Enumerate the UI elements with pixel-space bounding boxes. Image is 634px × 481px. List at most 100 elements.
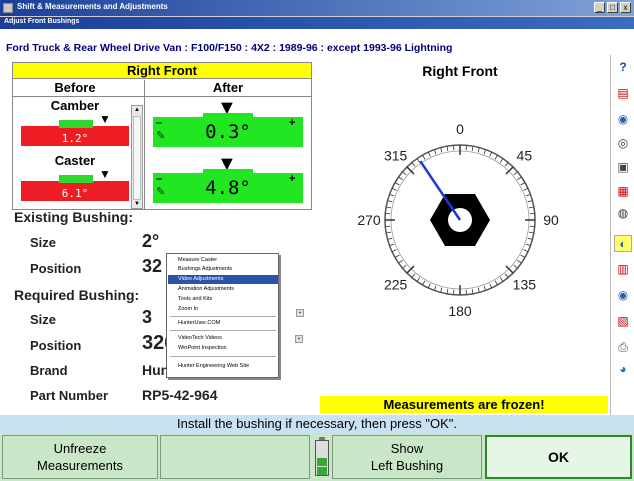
dial-tick (528, 231, 534, 234)
caster-after-bar: – + ✎ 4.8° (153, 169, 303, 203)
dial-tick (427, 151, 431, 157)
menu-item-video-adjustments[interactable]: Video Adjustments (168, 275, 278, 284)
sensor-icon[interactable]: ◉ (614, 287, 632, 304)
minimize-button[interactable]: _ (594, 2, 605, 13)
show-label-line2: Left Bushing (370, 458, 444, 473)
dial-tick (411, 162, 416, 167)
unfreeze-label-line1: Unfreeze (53, 441, 107, 456)
dial-tick (483, 149, 487, 155)
dial-tick (433, 149, 437, 155)
sensor-icon[interactable]: ▣ (614, 159, 632, 176)
dial-tick (489, 283, 493, 289)
target-zone (203, 169, 253, 173)
help-icon[interactable]: ? (614, 59, 632, 76)
header-divider (13, 96, 311, 97)
dial-tick (406, 265, 415, 274)
right-toolbar: ? ▤ ◉ ◎ ▣ ▦ ◍ ◐ ▥ ◉ ▧ ⎙ ◕ (610, 55, 634, 415)
show-left-bushing-button[interactable]: Show Left Bushing (332, 435, 482, 479)
dial-tick (422, 154, 426, 160)
screen-subtitle: Adjust Front Bushings (4, 18, 80, 25)
dial-tick (523, 187, 529, 191)
dial-tick (527, 200, 533, 203)
caster-after-cell: ▼ – + ✎ 4.8° (153, 153, 303, 207)
dial-tick (422, 280, 426, 286)
dial-tick (505, 265, 514, 274)
scroll-down-icon[interactable]: ▼ (133, 200, 141, 208)
dial-tick (494, 154, 498, 160)
menu-item-measure-caster[interactable]: Measure Caster (168, 256, 278, 265)
caster-after-value: 4.8° (205, 177, 251, 199)
unfreeze-label-line2: Measurements (37, 458, 123, 473)
scroll-thumb[interactable] (133, 116, 141, 200)
dial-label: 225 (384, 276, 408, 292)
down-arrow-icon: ▼ (99, 112, 111, 126)
instruction-text: Install the bushing if necessary, then p… (0, 415, 634, 433)
dial-tick (394, 182, 400, 186)
dial-tick (394, 254, 400, 258)
dial-tick (406, 166, 415, 175)
vehicle-spec-icon[interactable]: ▤ (614, 85, 632, 102)
menu-item-winpoint-inspection[interactable]: WinPoint Inspection (168, 344, 278, 353)
caster-before-value: 6.1° (61, 187, 89, 200)
caster-label: Caster (54, 153, 96, 168)
camber-before-cell: Camber ▼ 1.2° (21, 98, 129, 152)
scroll-up-icon[interactable]: ▲ (133, 106, 141, 114)
before-column-header: Before (54, 80, 96, 95)
unfreeze-measurements-button[interactable]: Unfreeze Measurements (2, 435, 158, 479)
dial-tick (513, 264, 518, 269)
alignment-icon[interactable]: ▦ (614, 183, 632, 200)
measurement-header: Right Front (13, 63, 311, 79)
dial-title: Right Front (422, 63, 498, 79)
dial-tick (520, 254, 526, 258)
existing-position-value: 32 (142, 256, 163, 276)
compensate-icon[interactable]: ▥ (614, 261, 632, 278)
menu-item-hunteruser[interactable]: HunterUser.COM (168, 319, 278, 328)
sensor-icon[interactable]: ◍ (614, 205, 632, 222)
empty-function-button[interactable] (160, 435, 310, 479)
dial-tick (505, 166, 514, 175)
position-increase-button[interactable]: ▪ (295, 335, 303, 343)
dial-tick (389, 193, 395, 197)
menu-item-animation-adjustments[interactable]: Animation Adjustments (168, 285, 278, 294)
dial-tick (483, 285, 487, 291)
menu-item-bushings-adjustments[interactable]: Bushings Adjustments (168, 265, 278, 274)
show-label-line1: Show (390, 441, 424, 456)
dial-tick (499, 158, 504, 163)
frozen-status: Measurements are frozen! (320, 396, 608, 413)
dial-tick (389, 243, 395, 247)
menu-item-tools-and-kits[interactable]: Tools and Kits (168, 295, 278, 304)
size-adjust-button[interactable]: ▪ (296, 309, 304, 317)
menu-item-hunter-web-site[interactable]: Hunter Engineering Web Site (168, 362, 278, 371)
dial-tick (391, 249, 397, 253)
sensor-icon[interactable]: ◉ (614, 111, 632, 128)
battery-icon (314, 437, 330, 477)
target-zone (203, 113, 253, 117)
ok-button[interactable]: OK (485, 435, 632, 479)
existing-size-value: 2° (142, 231, 160, 251)
menu-item-videotech-videos[interactable]: VideoTech Videos (168, 334, 278, 343)
caster-before-bar: 6.1° (21, 175, 129, 201)
bushing-dial: 0 45 90 135 180 225 270 315 (357, 121, 559, 319)
close-button[interactable]: x (620, 2, 631, 13)
dial-tick (471, 288, 474, 294)
camber-after-bar: – + ✎ 0.3° (153, 113, 303, 147)
print-icon[interactable]: ⎙ (614, 339, 632, 356)
adjust-icon[interactable]: ◐ (614, 235, 632, 252)
maximize-button[interactable]: □ (607, 2, 618, 13)
globe-icon[interactable]: ◕ (614, 361, 632, 378)
dial-tick (387, 237, 393, 240)
part-number-label: Part Number (30, 388, 109, 403)
menu-item-zoom-in[interactable]: Zoom In (168, 305, 278, 314)
dial-label: 315 (384, 148, 408, 164)
app-icon (3, 3, 13, 13)
dial-tick (398, 259, 403, 264)
target-zone (59, 120, 93, 128)
measurement-scrollbar[interactable]: ▲ ▼ (131, 105, 143, 209)
dial-tick (528, 206, 534, 209)
menu-separator (170, 316, 276, 317)
shim-icon[interactable]: ▧ (614, 313, 632, 330)
dial-tick (494, 280, 498, 286)
dial-tick (440, 287, 443, 293)
wheel-icon[interactable]: ◎ (614, 135, 632, 152)
target-zone (59, 175, 93, 183)
